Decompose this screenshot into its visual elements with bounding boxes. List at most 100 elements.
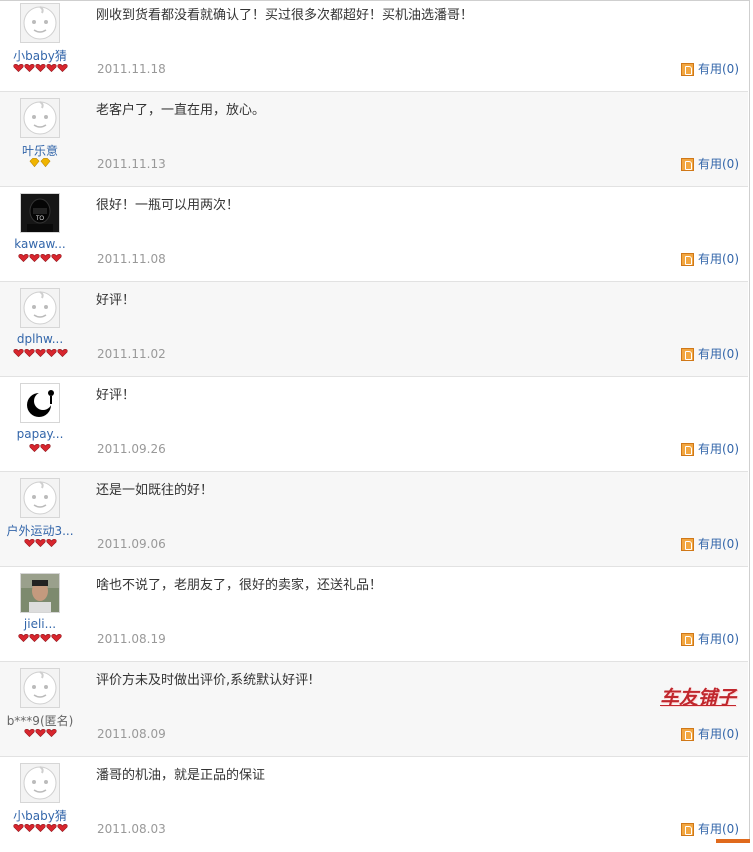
review-text: 还是一如既往的好！ [96, 483, 214, 498]
shop-watermark: 车友铺子 [660, 687, 737, 709]
review-text: 刚收到货看都没看就确认了！买过很多次都超好！买机油选潘哥！ [96, 8, 474, 23]
thumbs-up-icon [681, 63, 694, 76]
review-date: 2011.09.26 [97, 442, 166, 456]
thumbs-up-icon [681, 253, 694, 266]
review-date: 2011.11.08 [97, 252, 166, 266]
useful-button[interactable]: 有用(0) [681, 725, 739, 742]
review-row: papay... 好评！ 2011.09.26 有用(0) [0, 377, 748, 472]
useful-button[interactable]: 有用(0) [681, 820, 739, 837]
default-avatar-icon[interactable] [20, 98, 60, 138]
reviewer: 叶乐意 [0, 92, 80, 187]
review-text: 评价方未及时做出评价,系统默认好评! [96, 673, 314, 688]
review-text: 好评！ [96, 293, 136, 308]
reviewer: TO kawaw... [0, 187, 80, 282]
reviewer: 户外运动3... [0, 472, 80, 567]
rank-icons [0, 443, 80, 455]
dark-figure-avatar-icon[interactable]: TO [20, 193, 60, 233]
review-date: 2011.11.18 [97, 62, 166, 76]
svg-text:TO: TO [36, 216, 45, 222]
reviewer-name[interactable]: kawaw... [0, 237, 80, 251]
useful-button[interactable]: 有用(0) [681, 345, 739, 362]
useful-label: 有用(0) [698, 62, 739, 76]
red-heart-icon [18, 254, 29, 263]
red-heart-icon [23, 824, 35, 833]
red-heart-icon [34, 64, 46, 73]
default-avatar-icon[interactable] [20, 763, 60, 803]
yellow-diamond-icon [29, 158, 40, 168]
review-text: 好评！ [96, 388, 136, 403]
useful-button[interactable]: 有用(0) [681, 60, 739, 77]
thumbs-up-icon [681, 633, 694, 646]
red-heart-icon [34, 539, 46, 548]
default-avatar-icon[interactable] [20, 478, 60, 518]
rank-icons [0, 63, 80, 75]
default-avatar-icon[interactable] [20, 288, 60, 328]
thumbs-up-icon [681, 728, 694, 741]
red-heart-icon [45, 539, 57, 548]
useful-button[interactable]: 有用(0) [681, 155, 739, 172]
review-row: dplhw... 好评！ 2011.11.02 有用(0) [0, 282, 748, 377]
review-text: 很好！一瓶可以用两次！ [96, 198, 240, 213]
useful-label: 有用(0) [698, 252, 739, 266]
reviewer-name[interactable]: 小baby猜 [0, 807, 80, 824]
review-row: TO kawaw... 很好！一瓶可以用两次！ 2011.11.08 有用(0) [0, 187, 748, 282]
red-heart-icon [56, 824, 68, 833]
review-row: 叶乐意 老客户了，一直在用，放心。 2011.11.13 有用(0) [0, 92, 748, 187]
reviewer-name[interactable]: 叶乐意 [0, 142, 80, 159]
red-heart-icon [40, 634, 51, 643]
rank-icons [0, 633, 80, 645]
useful-label: 有用(0) [698, 822, 739, 836]
red-heart-icon [40, 444, 51, 453]
reviewer: 小baby猜 [0, 757, 80, 852]
useful-label: 有用(0) [698, 727, 739, 741]
useful-button[interactable]: 有用(0) [681, 535, 739, 552]
review-text: 潘哥的机油，就是正品的保证 [96, 768, 266, 783]
red-heart-icon [34, 349, 46, 358]
red-heart-icon [56, 64, 68, 73]
reviewer-name[interactable]: papay... [0, 427, 80, 441]
red-heart-icon [45, 349, 57, 358]
thumbs-up-icon [681, 823, 694, 836]
rank-icons [0, 253, 80, 265]
reviewer-name[interactable]: 户外运动3... [0, 522, 80, 539]
useful-label: 有用(0) [698, 537, 739, 551]
review-row: jieli... 啥也不说了，老朋友了，很好的卖家，还送礼品！ 2011.08.… [0, 567, 748, 662]
red-heart-icon [29, 634, 40, 643]
red-heart-icon [29, 254, 40, 263]
red-heart-icon [29, 444, 40, 453]
thumbs-up-icon [681, 443, 694, 456]
red-heart-icon [40, 254, 51, 263]
thumbs-up-icon [681, 158, 694, 171]
thumbs-up-icon [681, 348, 694, 361]
review-row: b***9(匿名) 评价方未及时做出评价,系统默认好评! 2011.08.09 … [0, 662, 748, 757]
review-date: 2011.09.06 [97, 537, 166, 551]
yellow-diamond-icon [40, 158, 51, 168]
red-heart-icon [23, 539, 35, 548]
red-heart-icon [51, 634, 62, 643]
red-heart-icon [23, 349, 35, 358]
scroll-accent-bar [716, 839, 750, 843]
red-heart-icon [45, 64, 57, 73]
red-heart-icon [51, 254, 62, 263]
rank-icons [0, 823, 80, 835]
reviewer-name[interactable]: dplhw... [0, 332, 80, 346]
default-avatar-icon[interactable] [20, 3, 60, 43]
review-date: 2011.08.09 [97, 727, 166, 741]
review-date: 2011.08.19 [97, 632, 166, 646]
useful-button[interactable]: 有用(0) [681, 630, 739, 647]
useful-button[interactable]: 有用(0) [681, 250, 739, 267]
review-row: 小baby猜 刚收到货看都没看就确认了！买过很多次都超好！买机油选潘哥！ 201… [0, 0, 748, 92]
red-heart-icon [23, 64, 35, 73]
reviewer: dplhw... [0, 282, 80, 377]
red-heart-icon [23, 729, 35, 738]
reviewer-name[interactable]: jieli... [0, 617, 80, 631]
thumbs-up-icon [681, 538, 694, 551]
reviewer-name[interactable]: 小baby猜 [0, 47, 80, 64]
person-photo-avatar-icon[interactable] [20, 573, 60, 613]
red-heart-icon [45, 729, 57, 738]
reviewer: papay... [0, 377, 80, 472]
review-text: 老客户了，一直在用，放心。 [96, 103, 266, 118]
useful-button[interactable]: 有用(0) [681, 440, 739, 457]
moon-logo-avatar-icon[interactable] [20, 383, 60, 423]
reviewer: b***9(匿名) [0, 662, 80, 757]
